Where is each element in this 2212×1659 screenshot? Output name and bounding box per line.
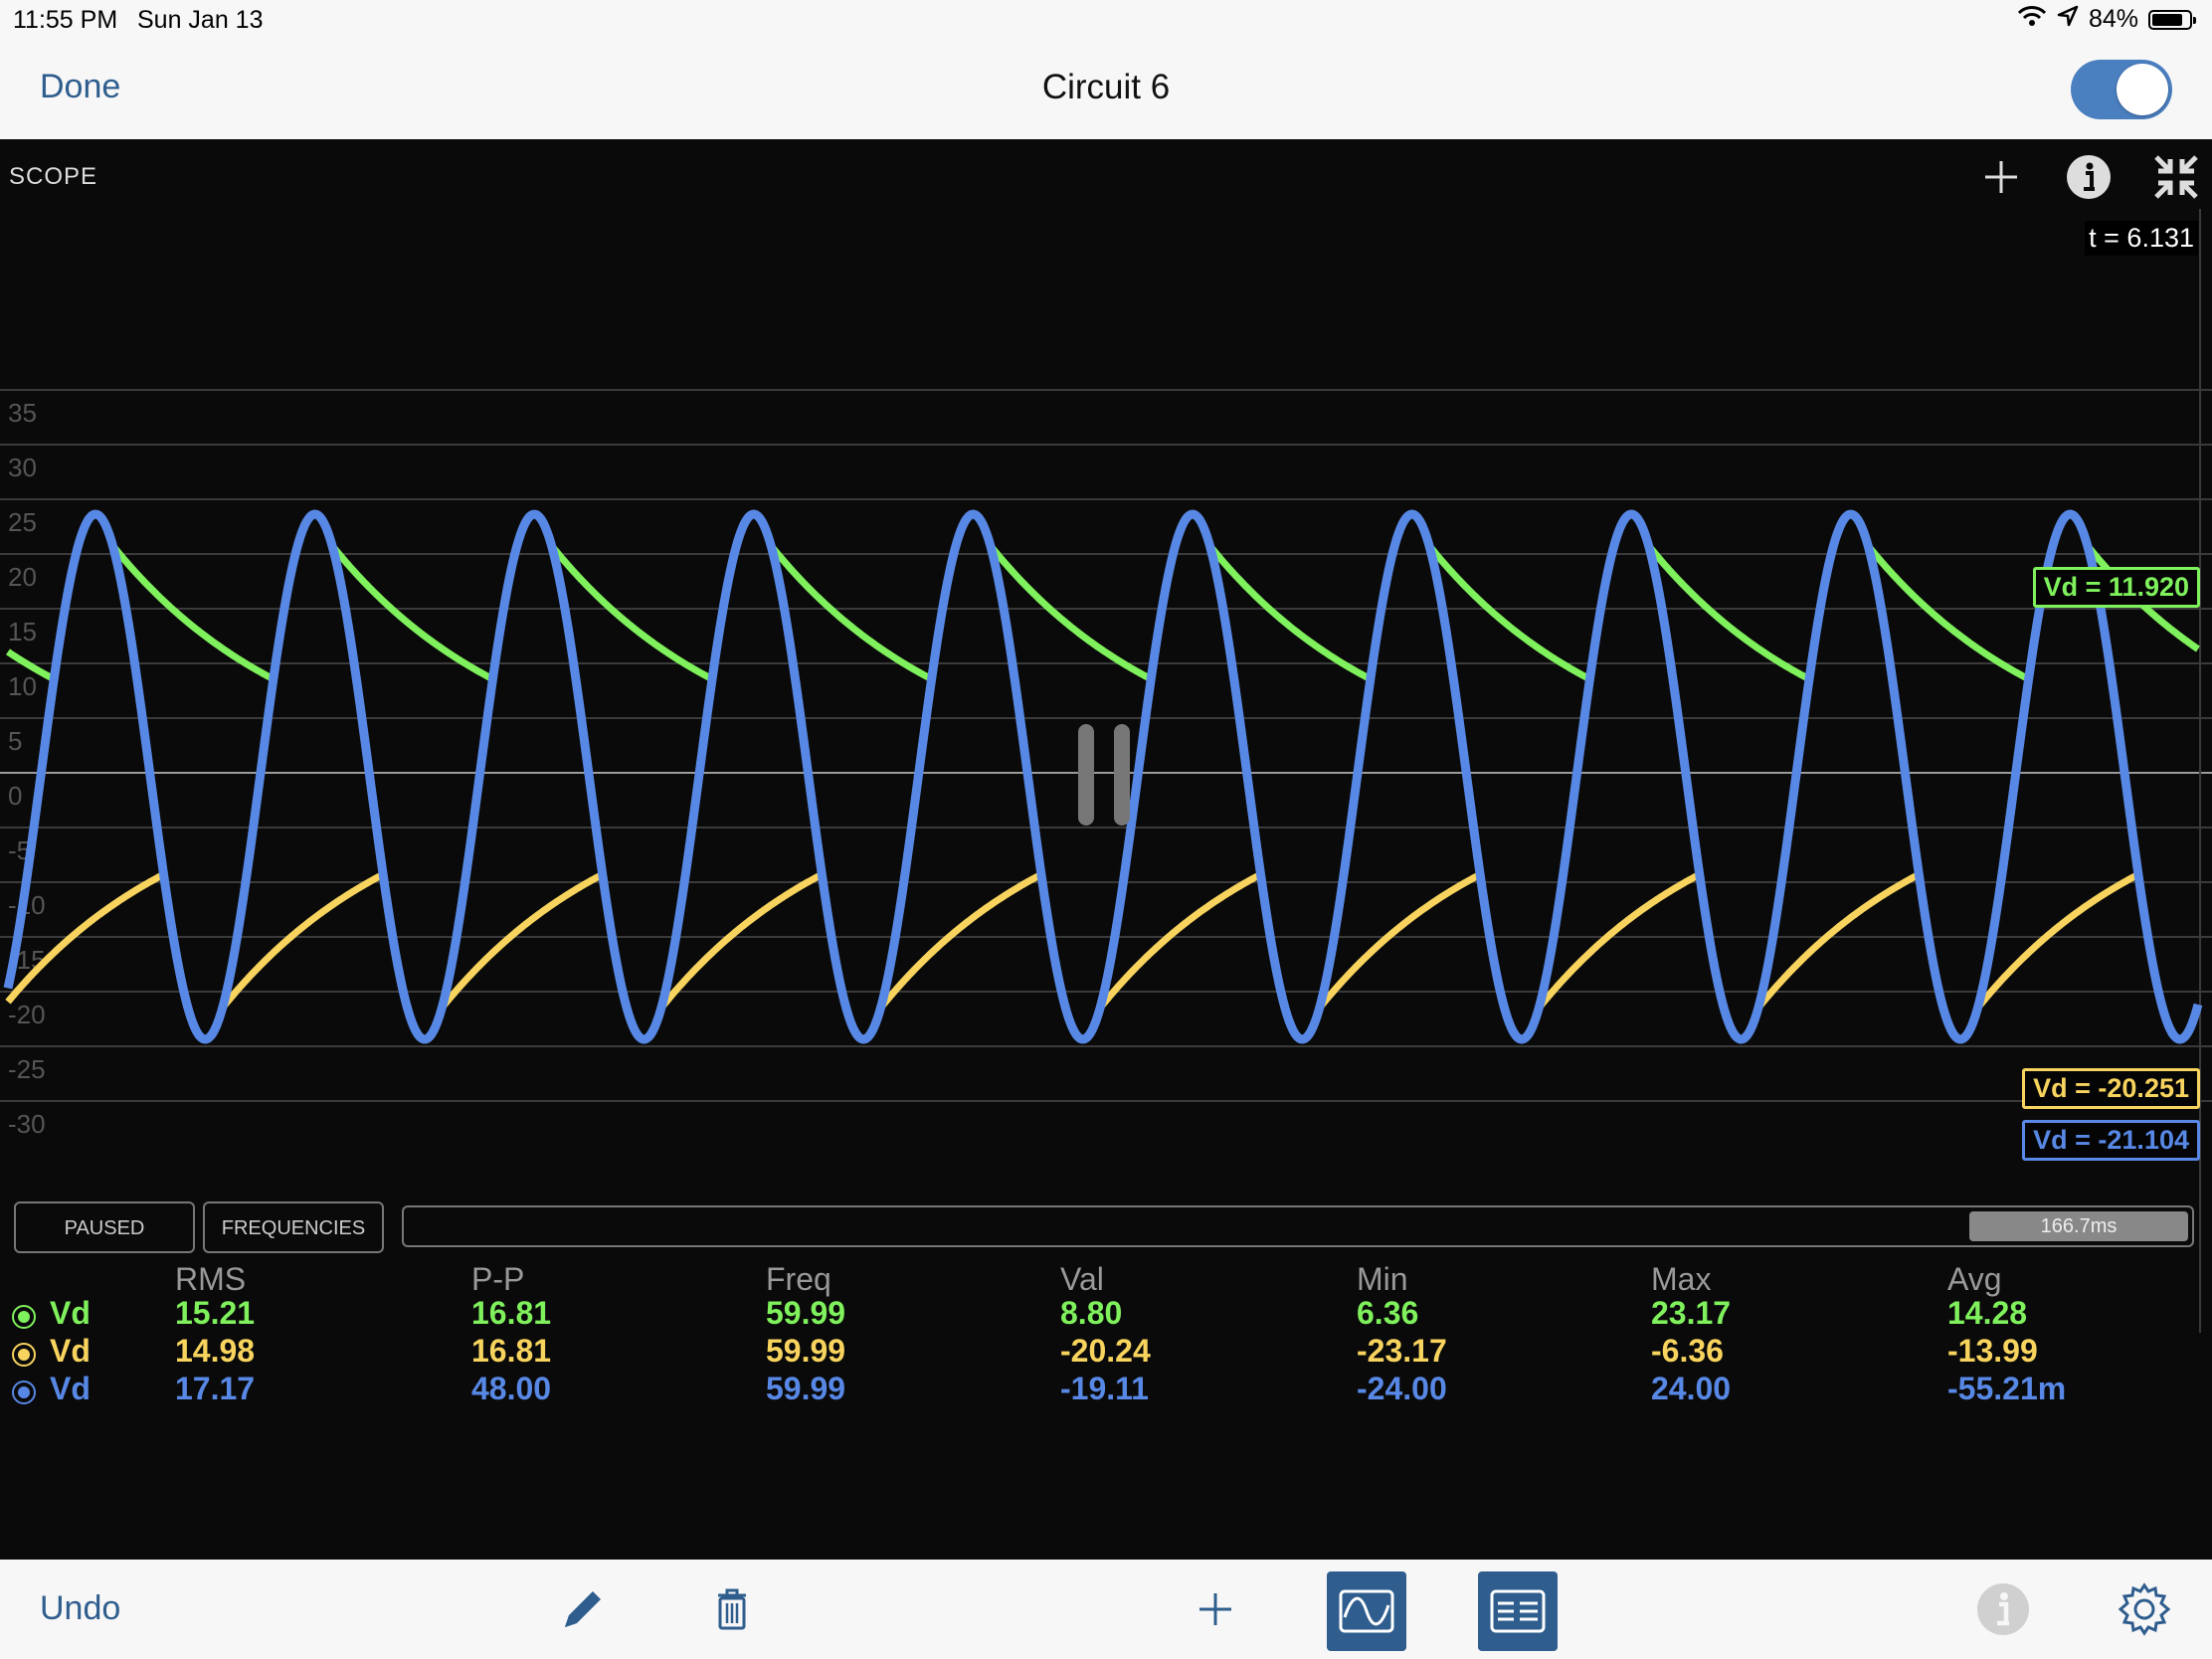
paused-button[interactable]: PAUSED <box>14 1201 195 1253</box>
series-value-marker: Vd = -20.251 <box>2022 1068 2200 1109</box>
info-icon[interactable] <box>1973 1579 2033 1639</box>
stat-value: -20.24 <box>1060 1333 1151 1369</box>
table-view-button[interactable] <box>1478 1571 1558 1651</box>
y-tick-label: 5 <box>8 726 22 756</box>
stat-value: -13.99 <box>1947 1333 2038 1369</box>
stat-value: 8.80 <box>1060 1295 1123 1331</box>
y-tick-label: 35 <box>8 398 37 428</box>
wifi-icon <box>2017 4 2047 35</box>
stat-value: 59.99 <box>766 1295 846 1331</box>
series-name: Vd <box>50 1371 91 1406</box>
column-header: Min <box>1357 1261 1408 1297</box>
status-bar: 11:55 PM Sun Jan 13 84% <box>0 0 2212 40</box>
pause-indicator <box>1114 724 1130 826</box>
y-tick-label: -30 <box>8 1109 46 1139</box>
battery-percent: 84% <box>2088 5 2138 33</box>
navigation-bar: Done Circuit 6 <box>0 40 2212 140</box>
pencil-icon[interactable] <box>553 1579 613 1639</box>
frequencies-button[interactable]: FREQUENCIES <box>203 1201 384 1253</box>
stat-value: -19.11 <box>1060 1371 1149 1406</box>
column-header: Avg <box>1947 1261 2002 1297</box>
stat-value: 59.99 <box>766 1371 846 1406</box>
column-header: P-P <box>471 1261 525 1297</box>
stat-value: 15.21 <box>175 1295 256 1331</box>
column-header: RMS <box>175 1261 247 1297</box>
y-tick-label: 10 <box>8 671 37 701</box>
page-title: Circuit 6 <box>1041 68 1171 106</box>
time-readout: t = 6.131 <box>2085 221 2198 256</box>
scope-view-button[interactable] <box>1327 1571 1406 1651</box>
pause-indicator <box>1078 724 1094 826</box>
battery-icon <box>2148 9 2196 30</box>
plus-icon[interactable] <box>1975 151 2027 203</box>
y-tick-label: 0 <box>8 781 22 811</box>
info-icon[interactable] <box>2063 151 2115 203</box>
stat-value: 59.99 <box>766 1333 846 1369</box>
stat-value: 14.28 <box>1947 1295 2028 1331</box>
series-name: Vd <box>50 1295 91 1331</box>
y-tick-label: 30 <box>8 453 37 482</box>
y-tick-label: -25 <box>8 1054 46 1084</box>
series-value-marker: Vd = 11.920 <box>2032 567 2200 608</box>
settings-icon[interactable] <box>2115 1579 2174 1639</box>
stat-value: -23.17 <box>1357 1333 1447 1369</box>
add-icon[interactable] <box>1186 1579 1245 1639</box>
status-time: 11:55 PM <box>13 6 118 34</box>
series-value-marker: Vd = -21.104 <box>2022 1120 2200 1161</box>
stat-value: 6.36 <box>1357 1295 1419 1331</box>
undo-button[interactable]: Undo <box>40 1589 120 1628</box>
toggle-knob <box>2117 64 2168 115</box>
collapse-icon[interactable] <box>2150 151 2202 203</box>
stat-value: 16.81 <box>471 1295 552 1331</box>
series-line <box>5 870 2202 1043</box>
y-tick-label: 25 <box>8 507 37 537</box>
stat-value: 23.17 <box>1651 1295 1732 1331</box>
bottom-toolbar: Undo <box>0 1560 2212 1659</box>
timeline-scrubber[interactable]: 166.7ms <box>402 1205 2194 1247</box>
table-icon <box>1490 1589 1546 1633</box>
column-header: Max <box>1651 1261 1712 1297</box>
scope-plot[interactable]: 35302520151050-5-10-15-20-25-30 <box>0 139 2212 1333</box>
series-line <box>3 509 2203 1044</box>
y-tick-label: 15 <box>8 617 37 646</box>
column-header: Freq <box>766 1261 831 1297</box>
y-tick-label: 20 <box>8 562 37 592</box>
scope-label: SCOPE <box>9 163 98 190</box>
series-name: Vd <box>50 1333 91 1369</box>
trash-icon[interactable] <box>702 1579 762 1639</box>
column-header: Val <box>1060 1261 1104 1297</box>
stat-value: 24.00 <box>1651 1371 1732 1406</box>
stat-value: 48.00 <box>471 1371 552 1406</box>
location-icon <box>2057 5 2079 34</box>
y-tick-label: -20 <box>8 1000 46 1029</box>
series-dot[interactable] <box>12 1305 36 1329</box>
simulation-toggle[interactable] <box>2071 60 2172 119</box>
series-dot[interactable] <box>12 1343 36 1367</box>
status-date: Sun Jan 13 <box>137 6 264 34</box>
stat-value: -24.00 <box>1357 1371 1447 1406</box>
timeline-window[interactable]: 166.7ms <box>1969 1211 2188 1241</box>
scope-icon <box>1339 1589 1394 1633</box>
stat-value: 14.98 <box>175 1333 256 1369</box>
stat-value: 17.17 <box>175 1371 256 1406</box>
stat-value: 16.81 <box>471 1333 552 1369</box>
stat-value: -55.21m <box>1947 1371 2067 1406</box>
stat-value: -6.36 <box>1651 1333 1724 1369</box>
series-dot[interactable] <box>12 1381 36 1404</box>
